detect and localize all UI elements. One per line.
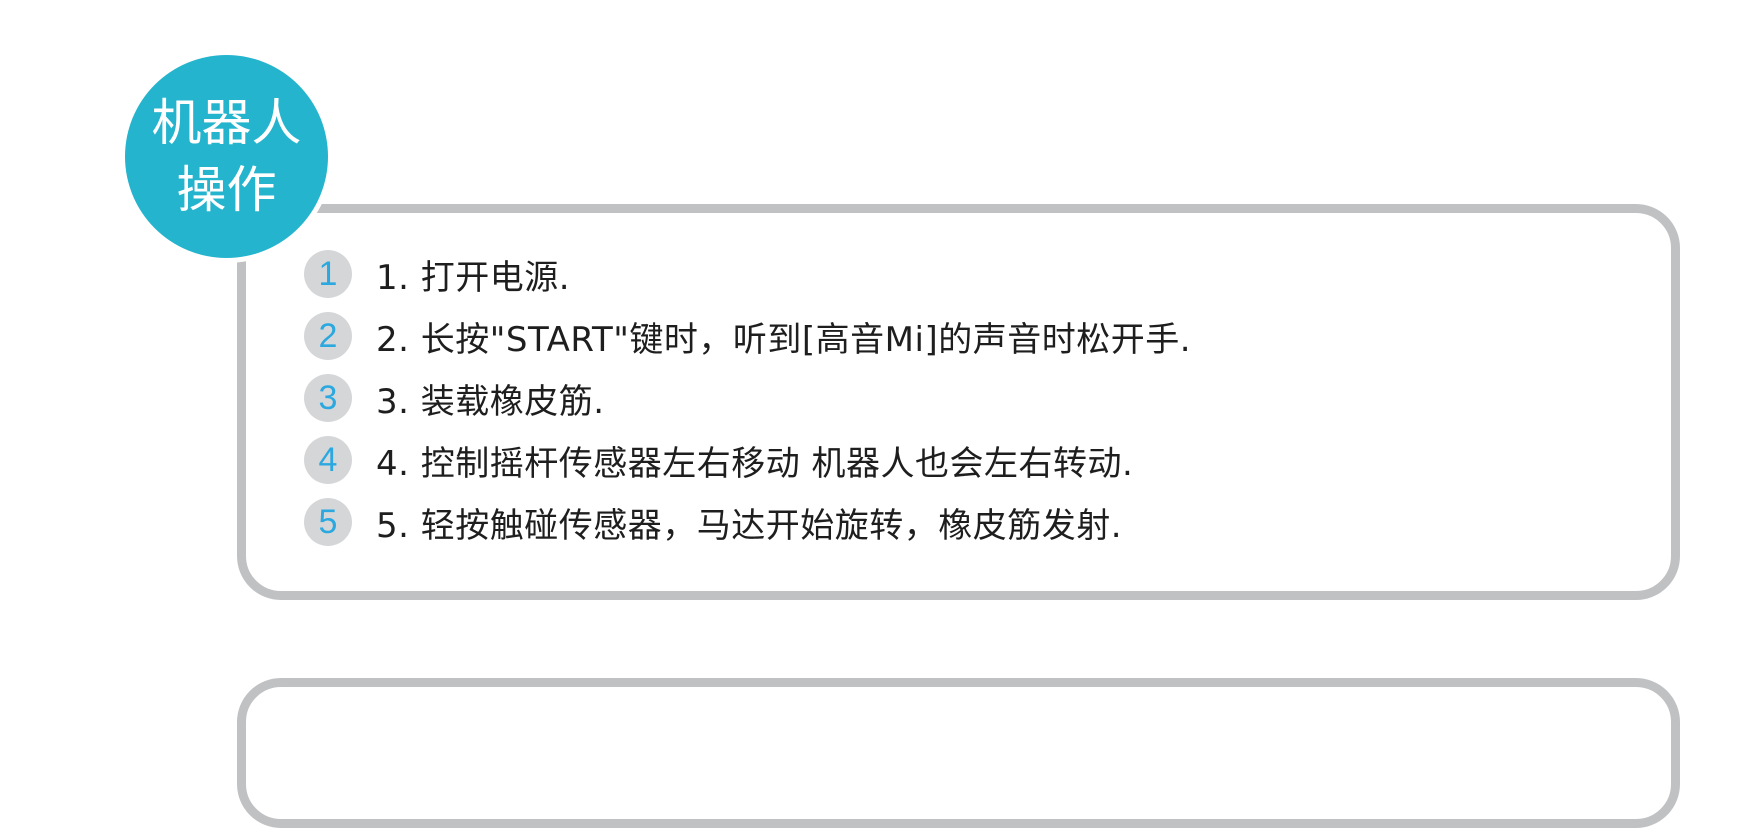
step-item: 5 5. 轻按触碰传感器，马达开始旋转，橡皮筋发射. bbox=[304, 491, 1191, 553]
step-text: 3. 装载橡皮筋. bbox=[376, 381, 605, 422]
step-number-badge: 5 bbox=[304, 498, 352, 546]
step-text: 1. 打开电源. bbox=[376, 257, 571, 298]
step-number-badge: 1 bbox=[304, 250, 352, 298]
step-text: 5. 轻按触碰传感器，马达开始旋转，橡皮筋发射. bbox=[376, 505, 1123, 546]
step-item: 1 1. 打开电源. bbox=[304, 243, 1191, 305]
badge-title-line2: 操作 bbox=[176, 160, 277, 219]
step-item: 4 4. 控制摇杆传感器左右移动 机器人也会左右转动. bbox=[304, 429, 1191, 491]
step-number-badge: 3 bbox=[304, 374, 352, 422]
step-item: 2 2. 长按"START"键时，听到[高音Mi]的声音时松开手. bbox=[304, 305, 1191, 367]
steps-list: 1 1. 打开电源. 2 2. 长按"START"键时，听到[高音Mi]的声音时… bbox=[304, 243, 1191, 553]
step-item: 3 3. 装载橡皮筋. bbox=[304, 367, 1191, 429]
section-badge: 机器人 操作 bbox=[125, 55, 328, 258]
next-panel bbox=[237, 678, 1680, 828]
step-text: 2. 长按"START"键时，听到[高音Mi]的声音时松开手. bbox=[376, 319, 1192, 360]
step-text: 4. 控制摇杆传感器左右移动 机器人也会左右转动. bbox=[376, 443, 1134, 484]
badge-title-line1: 机器人 bbox=[151, 93, 302, 152]
step-number-badge: 4 bbox=[304, 436, 352, 484]
step-number-badge: 2 bbox=[304, 312, 352, 360]
